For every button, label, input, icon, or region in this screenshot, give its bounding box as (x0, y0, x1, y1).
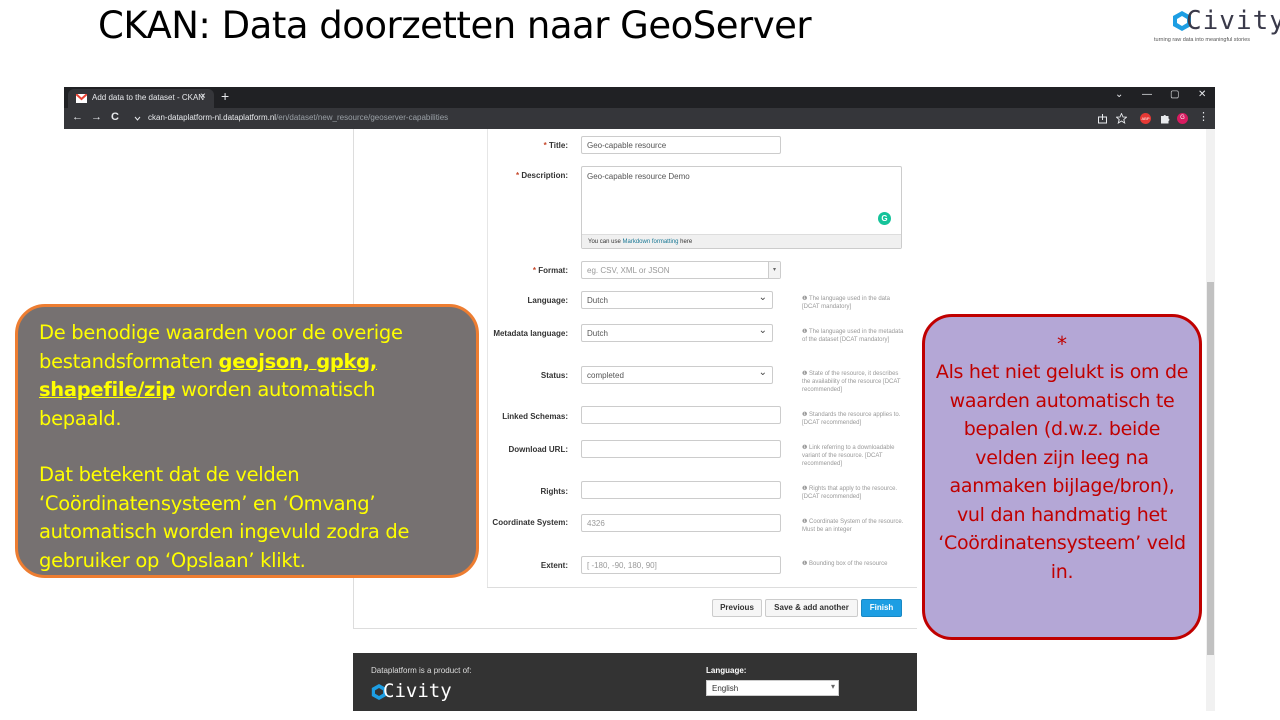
description-textarea[interactable]: Geo-capable resource Demo G You can use … (581, 166, 902, 249)
extent-input[interactable]: [ -180, -90, 180, 90] (581, 556, 781, 574)
warning-callout-right: * Als het niet gelukt is om de waarden a… (922, 314, 1202, 640)
resource-form: * Title: Geo-capable resource * Descript… (487, 129, 917, 587)
browser-tab[interactable]: Add data to the dataset - CKAN × (68, 89, 214, 108)
callout-star: * (1057, 332, 1067, 356)
format-input[interactable]: eg. CSV, XML or JSON (581, 261, 781, 279)
civity-logo: Civity turning raw data into meaningful … (1152, 6, 1280, 46)
tab-title: Add data to the dataset - CKAN (92, 93, 205, 102)
rights-help: ❶ Rights that apply to the resource. [DC… (802, 486, 898, 500)
url-field[interactable]: ckan-dataplatform-nl.dataplatform.nl/en/… (148, 113, 448, 122)
rights-label: Rights: (540, 487, 568, 496)
status-select[interactable]: completed (581, 366, 773, 384)
footer-language-select[interactable]: English (706, 680, 839, 696)
download-url-help: ❶ Link referring to a downloadable varia… (802, 445, 895, 467)
callout-left-paragraph-1: De benodige waarden voor de overige best… (39, 321, 403, 430)
coordinate-system-label: Coordinate System: (492, 518, 568, 527)
profile-avatar[interactable]: G (1177, 113, 1188, 124)
bookmark-star-icon[interactable] (1116, 113, 1127, 124)
download-url-input[interactable] (581, 440, 781, 458)
info-icon: ❶ (802, 445, 810, 451)
site-info-icon[interactable] (134, 115, 141, 122)
site-footer: Dataplatform is a product of: Civity Lan… (353, 653, 917, 711)
info-icon: ❶ (802, 412, 810, 418)
title-label: * Title: (543, 141, 568, 150)
share-icon[interactable] (1097, 113, 1108, 124)
page-scrollbar[interactable] (1206, 129, 1215, 711)
callout-right-text: Als het niet gelukt is om de waarden aut… (935, 361, 1189, 583)
footer-language-label: Language: (706, 666, 747, 675)
address-bar: ← → C ckan-dataplatform-nl.dataplatform.… (64, 108, 1215, 129)
extent-label: Extent: (540, 561, 568, 570)
finish-button[interactable]: Finish (861, 599, 902, 617)
slide-title: CKAN: Data doorzetten naar GeoServer (98, 4, 812, 47)
forward-icon[interactable]: → (91, 111, 102, 123)
extensions-puzzle-icon[interactable] (1159, 113, 1170, 124)
maximize-button[interactable]: ▢ (1170, 89, 1179, 100)
slide: CKAN: Data doorzetten naar GeoServer Civ… (0, 0, 1280, 720)
rights-input[interactable] (581, 481, 781, 499)
metadata-language-help: ❶ The language used in the metadata of t… (802, 329, 904, 343)
info-callout-left: De benodige waarden voor de overige best… (15, 304, 479, 578)
scrollbar-thumb[interactable] (1207, 282, 1214, 655)
gmail-icon (76, 94, 87, 103)
tab-close-icon[interactable]: × (200, 91, 206, 102)
download-url-label: Download URL: (508, 445, 568, 454)
markdown-hint: You can use Markdown formatting here (582, 234, 901, 248)
markdown-link[interactable]: Markdown formatting (622, 239, 678, 245)
grammarly-icon[interactable]: G (878, 212, 891, 225)
info-icon: ❶ (802, 519, 810, 525)
url-host: ckan-dataplatform-nl.dataplatform.nl (148, 113, 277, 122)
info-icon: ❶ (802, 371, 810, 377)
footer-logo-word: Civity (383, 680, 452, 702)
linked-schemas-input[interactable] (581, 406, 781, 424)
form-actions: Previous Save & add another Finish (487, 587, 917, 628)
new-tab-button[interactable]: + (221, 88, 229, 104)
adblock-icon[interactable]: ABP (1140, 113, 1151, 124)
coordinate-system-help: ❶ Coordinate System of the resource. Mus… (802, 519, 904, 533)
close-window-button[interactable]: ✕ (1198, 89, 1206, 100)
format-label: * Format: (532, 266, 568, 275)
footer-civity-logo[interactable]: Civity (371, 680, 453, 705)
back-icon[interactable]: ← (72, 111, 83, 123)
linked-schemas-label: Linked Schemas: (502, 412, 568, 421)
title-input[interactable]: Geo-capable resource (581, 136, 781, 154)
info-icon: ❶ (802, 296, 809, 302)
tab-bar: Add data to the dataset - CKAN × + ⌄ — ▢… (64, 87, 1215, 108)
linked-schemas-help: ❶ Standards the resource applies to. [DC… (802, 412, 901, 426)
info-icon: ❶ (802, 329, 809, 335)
logo-word: Civity (1186, 6, 1280, 36)
callout-left-paragraph-2: Dat betekent dat de velden ‘Coördinatens… (39, 463, 410, 572)
language-label: Language: (527, 296, 568, 305)
language-help: ❶ The language used in the data [DCAT ma… (802, 296, 891, 310)
language-select[interactable]: Dutch (581, 291, 773, 309)
status-label: Status: (540, 371, 568, 380)
metadata-language-label: Metadata language: (493, 329, 568, 338)
footer-product-of: Dataplatform is a product of: (371, 666, 472, 675)
reload-icon[interactable]: C (111, 111, 119, 123)
format-dropdown-icon[interactable]: ▾ (768, 262, 780, 278)
description-value: Geo-capable resource Demo (587, 172, 690, 181)
minimize-button[interactable]: — (1142, 89, 1152, 100)
url-path: /en/dataset/new_resource/geoserver-capab… (276, 113, 449, 122)
coordinate-system-input[interactable]: 4326 (581, 514, 781, 532)
status-help: ❶ State of the resource, it describes th… (802, 371, 901, 393)
browser-menu-icon[interactable]: ⋮ (1198, 110, 1209, 123)
info-icon: ❶ (802, 486, 810, 492)
info-icon: ❶ (802, 561, 810, 567)
tab-search-icon[interactable]: ⌄ (1115, 89, 1123, 100)
save-add-another-button[interactable]: Save & add another (765, 599, 858, 617)
description-label: * Description: (515, 171, 568, 180)
metadata-language-select[interactable]: Dutch (581, 324, 773, 342)
previous-button[interactable]: Previous (712, 599, 762, 617)
extent-help: ❶ Bounding box of the resource (802, 561, 888, 567)
logo-tagline: turning raw data into meaningful stories (1154, 37, 1250, 43)
